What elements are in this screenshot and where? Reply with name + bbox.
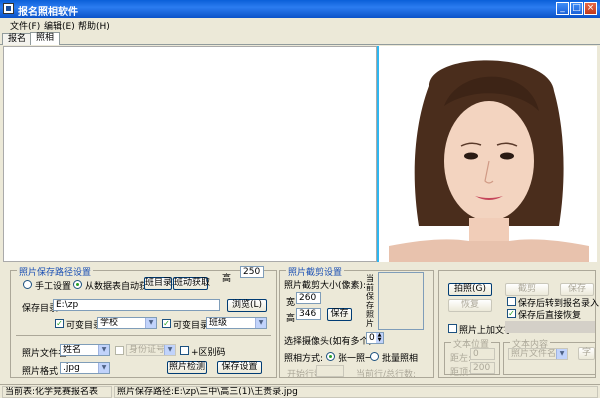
mode-batch-label: 批量照相: [382, 354, 419, 364]
camera-label: 选择摄像头(如有多个):: [284, 337, 376, 347]
mode-label: 照相方式:: [284, 354, 324, 364]
format-select[interactable]: .jpg ▼: [60, 362, 110, 374]
subdir1-select[interactable]: 学校 ▼: [97, 317, 157, 329]
browse-button[interactable]: 浏览(L): [227, 299, 267, 312]
path-settings-title: 照片保存路径设置: [17, 265, 94, 278]
crop-height-label: 高: [286, 314, 296, 324]
save-settings-button[interactable]: 保存设置: [217, 361, 262, 374]
top-input: 200: [470, 362, 495, 374]
chevron-down-icon: ▼: [98, 363, 109, 373]
left-label: 距左:: [450, 354, 472, 364]
status-path: 照片保存路径:E:\zp\三中\高三(1)\王贵录.jpg: [114, 386, 598, 398]
idcard-checkbox[interactable]: [115, 346, 124, 355]
text-field-value: 照片文件名: [511, 349, 557, 359]
subdir2-select[interactable]: 班级 ▼: [206, 317, 267, 329]
menu-help[interactable]: 帮助(H): [78, 19, 110, 32]
subdir1-value: 学校: [100, 318, 119, 328]
height-label-top: 高: [222, 274, 232, 284]
chevron-down-icon: ▼: [556, 349, 567, 359]
shoot-button[interactable]: 拍照(G): [448, 283, 492, 296]
camera-spinner[interactable]: 0 ▲ ▼: [366, 332, 384, 344]
status-table: 当前表:化学竞赛报名表: [2, 386, 112, 398]
font-button: 字: [578, 347, 595, 360]
menu-bar: 文件(F) 编辑(E) 帮助(H): [0, 18, 600, 32]
manual-radio[interactable]: [23, 280, 32, 289]
window-title: 报名照相软件: [18, 7, 78, 18]
class-fetch-button[interactable]: 班动获取: [173, 277, 210, 290]
serial-label: +区别码: [191, 348, 226, 358]
add-text-checkbox[interactable]: [448, 324, 457, 333]
tab-registration[interactable]: 报名: [2, 33, 33, 45]
crop-width-input[interactable]: 260: [296, 292, 321, 304]
status-bar: 当前表:化学竞赛报名表 照片保存路径:E:\zp\三中\高三(1)\王贵录.jp…: [0, 384, 600, 398]
filename-value: 姓名: [63, 345, 82, 355]
detect-button[interactable]: 照片检测: [167, 361, 207, 374]
format-label: 照片格式: [22, 367, 59, 377]
left-input: 0: [470, 348, 495, 360]
close-button[interactable]: ×: [584, 2, 597, 15]
idcard-select[interactable]: 身份证号 ▼: [126, 344, 176, 356]
auto-next-checkbox[interactable]: [507, 297, 516, 306]
crop-save-button[interactable]: 保存: [327, 308, 352, 321]
class-dir-button[interactable]: 班目录2: [144, 277, 178, 290]
auto-restore-checkbox[interactable]: ✓: [507, 309, 516, 318]
mode-batch-radio[interactable]: [370, 352, 379, 361]
save-photo-button[interactable]: 保存: [560, 283, 594, 296]
chevron-down-icon: ▼: [98, 345, 109, 355]
spin-arrows-icon: ▲ ▼: [376, 332, 383, 343]
capture-area[interactable]: [3, 46, 377, 262]
crop-button[interactable]: 截剪: [505, 283, 549, 296]
current-photo-label: 当前保存照片: [366, 274, 374, 328]
height-input-top[interactable]: 250: [240, 266, 264, 278]
start-row-input: [316, 365, 344, 377]
text-field-select: 照片文件名 ▼: [508, 348, 568, 360]
manual-label: 手工设置: [35, 282, 72, 292]
title-bar: 报名照相软件 _ □ ×: [0, 0, 600, 18]
mode-one-label: 张一照一: [338, 354, 375, 364]
auto-radio[interactable]: [73, 280, 82, 289]
maximize-button[interactable]: □: [570, 2, 583, 15]
app-icon: [3, 3, 14, 14]
text-input-placeholder: [505, 321, 595, 333]
format-value: .jpg: [63, 363, 80, 373]
tab-photo[interactable]: 照相: [30, 32, 61, 45]
idcard-value: 身份证号: [129, 345, 166, 355]
current-photo-preview: [378, 272, 424, 330]
top-label: 距顶:: [450, 368, 472, 378]
auto-restore-label: 保存后直接恢复: [518, 311, 582, 321]
crop-settings-title: 照片截剪设置: [286, 265, 345, 278]
portrait-photo: [389, 46, 589, 262]
chevron-down-icon: ▼: [255, 318, 266, 328]
camera-value: 0: [369, 333, 375, 343]
current-row-label: 当前行/总行数:: [356, 370, 417, 380]
crop-width-label: 宽: [286, 298, 296, 308]
chevron-down-icon: ▼: [164, 345, 175, 355]
crop-height-input[interactable]: 346: [296, 308, 321, 320]
subdir2-value: 班级: [209, 318, 228, 328]
minimize-button[interactable]: _: [556, 2, 569, 15]
divider: [16, 335, 271, 336]
menu-file[interactable]: 文件(F): [10, 19, 40, 32]
subdir1-checkbox[interactable]: ✓: [55, 319, 64, 328]
restore-button[interactable]: 恢复: [448, 299, 492, 312]
crop-size-label: 照片截剪大小(像素):: [284, 281, 367, 291]
menu-edit[interactable]: 编辑(E): [44, 19, 75, 32]
subdir2-checkbox[interactable]: ✓: [162, 319, 171, 328]
mode-one-radio[interactable]: [326, 352, 335, 361]
photo-preview: [377, 46, 597, 262]
save-dir-input[interactable]: E:\zp: [53, 299, 220, 311]
filename-select[interactable]: 姓名 ▼: [60, 344, 110, 356]
tab-strip: 报名 照相: [0, 32, 600, 45]
serial-checkbox[interactable]: [180, 346, 189, 355]
chevron-down-icon: ▼: [145, 318, 156, 328]
